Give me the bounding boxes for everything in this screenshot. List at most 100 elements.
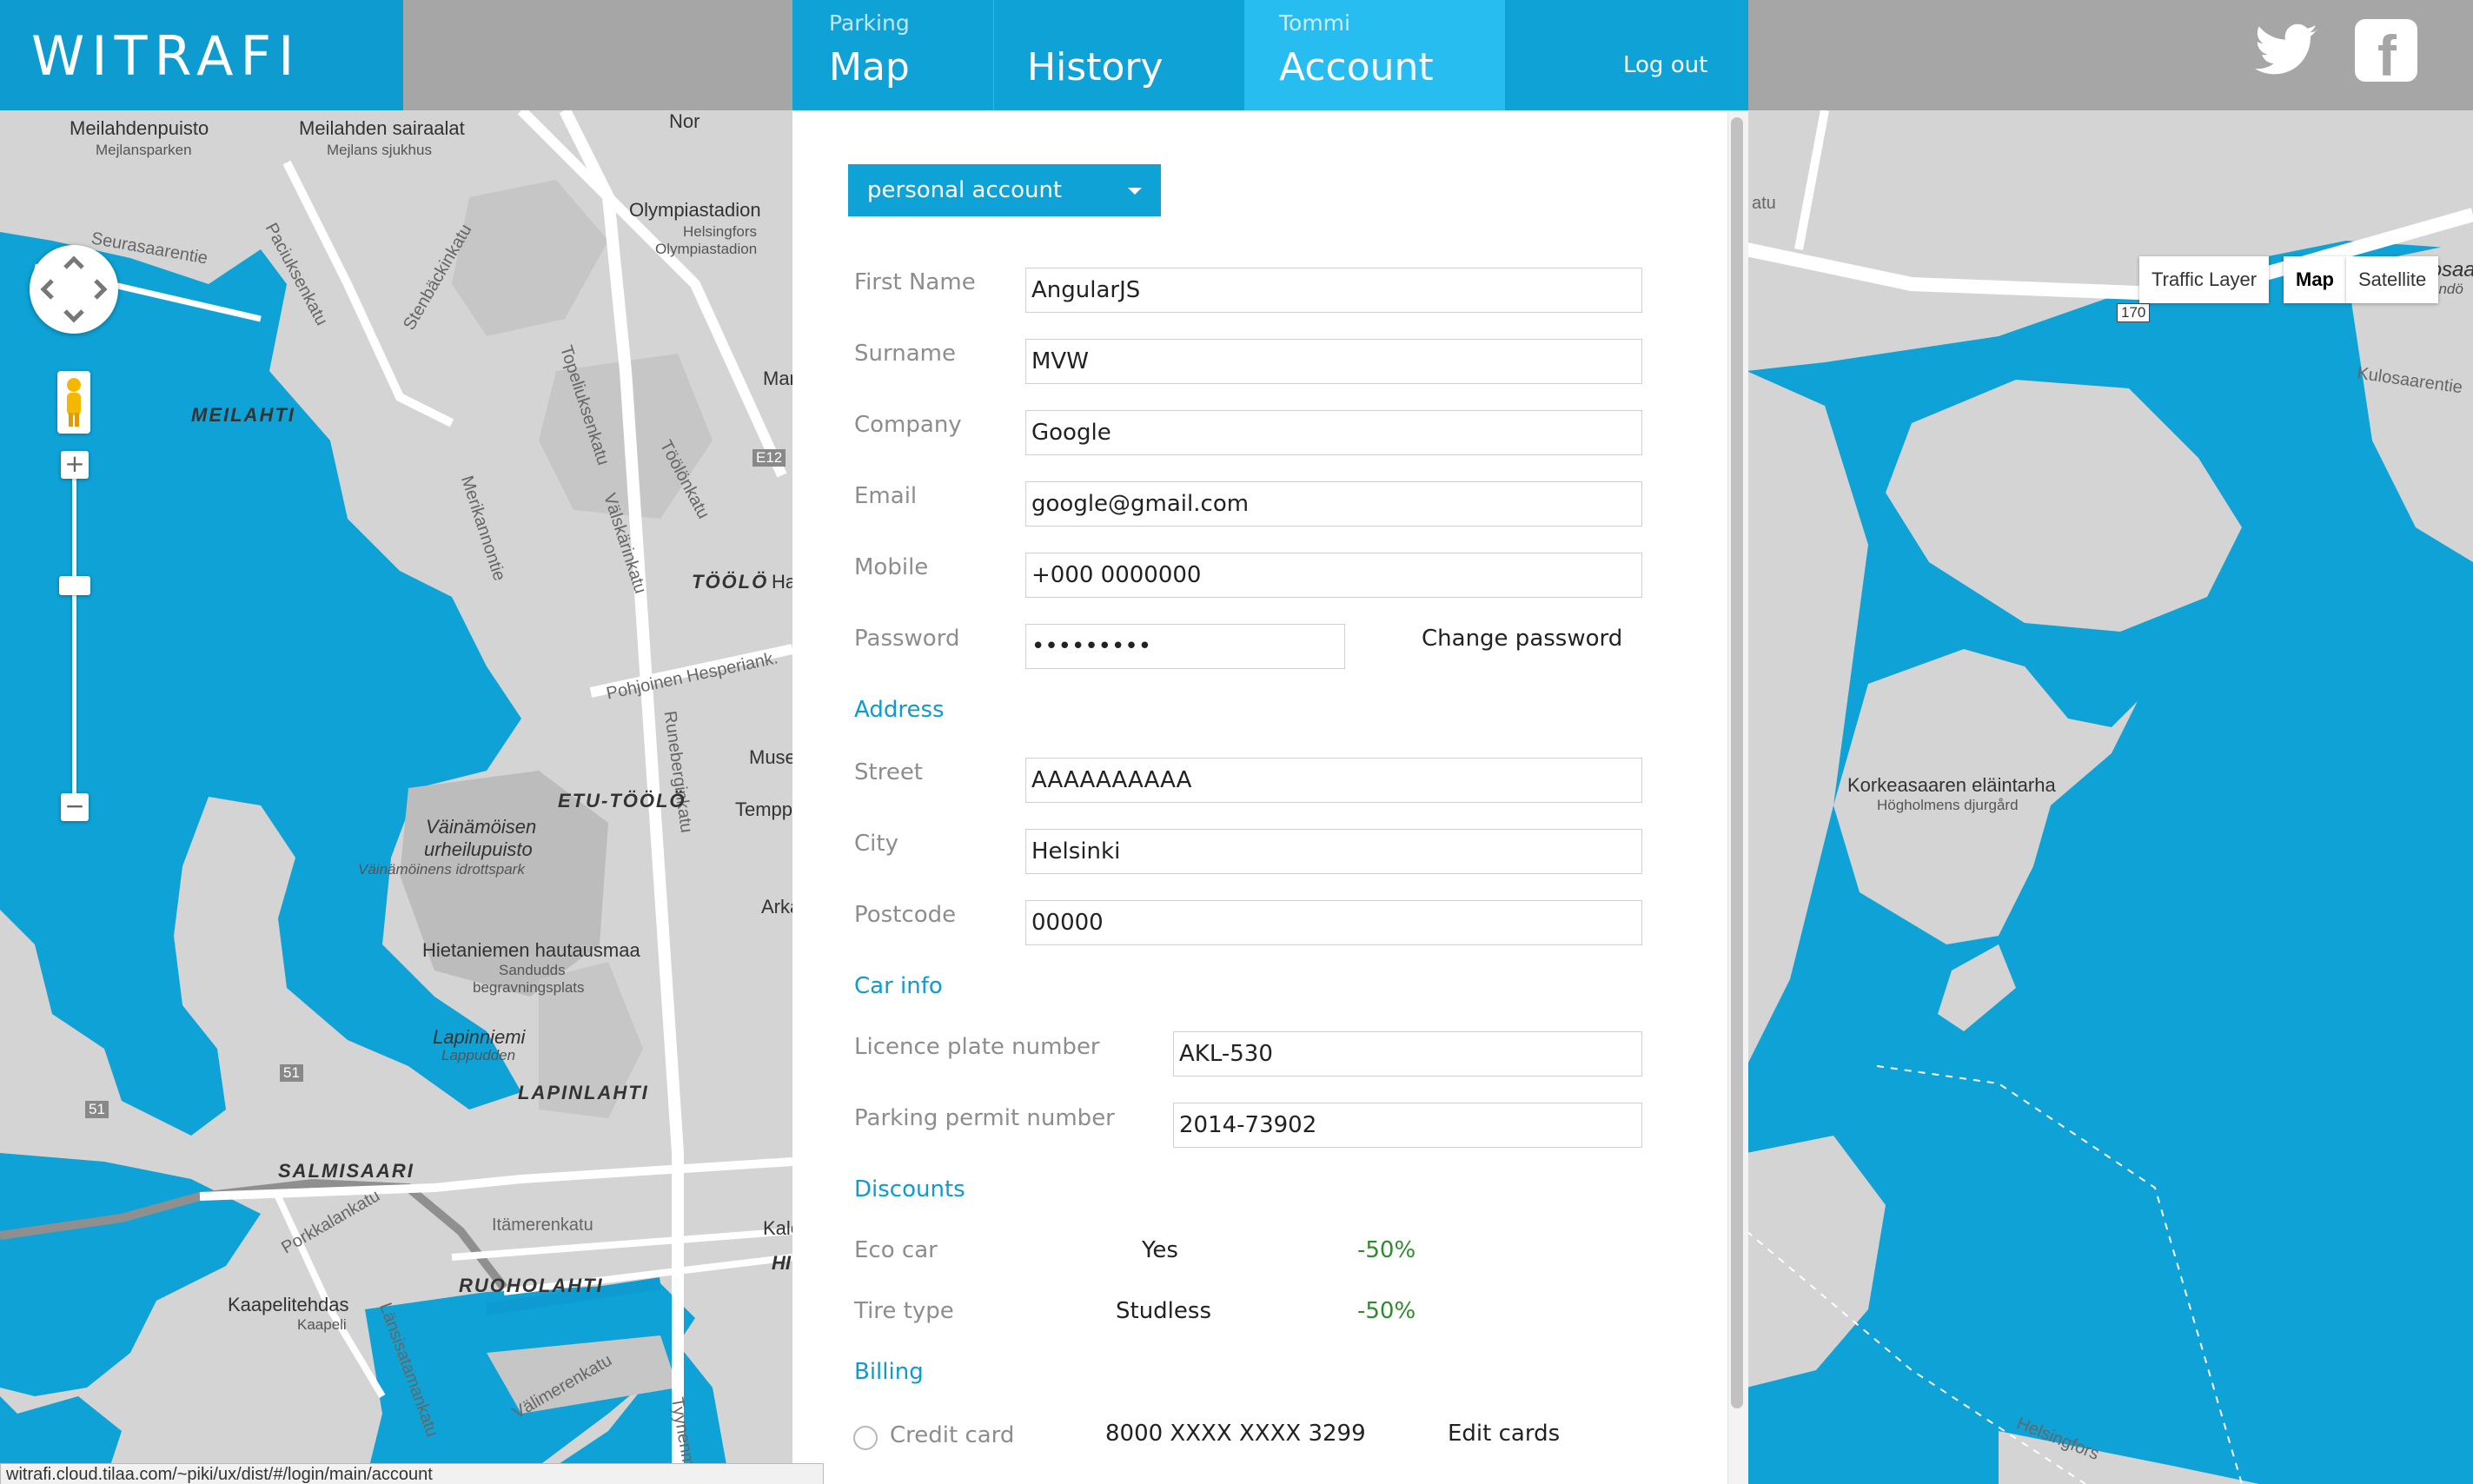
map-label: Lappudden (441, 1047, 516, 1063)
discount-label: Eco car (854, 1237, 938, 1263)
map-label: Nor (669, 110, 700, 132)
map-type-satellite-button[interactable]: Satellite (2346, 256, 2439, 303)
map-label: Kaapelitehdas (228, 1294, 349, 1315)
email-input[interactable]: google@gmail.com (1025, 481, 1642, 527)
billing-heading: Billing (854, 1359, 924, 1385)
route-51-badge: 51 (280, 1064, 303, 1082)
first-name-label: First Name (854, 269, 976, 295)
zoom-in-button[interactable]: + (61, 451, 89, 479)
map-label: Itämerenkatu (492, 1216, 593, 1235)
zoom-out-button[interactable]: − (61, 793, 89, 821)
map-label: TÖÖLÖ (692, 571, 769, 593)
licence-plate-input[interactable]: AKL-530 (1173, 1031, 1642, 1077)
e12-badge: E12 (753, 449, 786, 467)
tab-map-sup: Parking (829, 10, 910, 36)
change-password-link[interactable]: Change password (1422, 626, 1622, 652)
map-label: Väinämöinens idrottspark (358, 861, 525, 878)
discount-value: Yes (1142, 1237, 1178, 1263)
tab-account[interactable]: Tommi Account (1244, 0, 1505, 110)
account-panel: personal account First Name AngularJS Su… (792, 110, 1748, 1484)
street-input[interactable]: AAAAAAAAAA (1025, 758, 1642, 803)
map-label: Meilahdenpuisto (70, 117, 209, 139)
map-label: Kaapeli (297, 1316, 347, 1333)
map-label: Högholmens djurgård (1877, 797, 2019, 813)
password-input[interactable]: ••••••••• (1025, 624, 1345, 669)
map-label: begravningsplats (473, 979, 585, 996)
map-label: Olympiastadion (655, 241, 758, 257)
logo-area[interactable]: WITRAFI (0, 0, 403, 110)
map-label: Meilahden sairaalat (299, 117, 465, 139)
credit-card-radio[interactable] (853, 1426, 878, 1450)
zoom-slider-handle[interactable] (59, 576, 90, 595)
account-type-value: personal account (867, 177, 1063, 203)
map-label: MEILAHTI (191, 404, 295, 426)
surname-label: Surname (854, 341, 956, 367)
company-label: Company (854, 412, 962, 438)
panel-scrollbar-thumb[interactable] (1731, 117, 1743, 1408)
status-bar-url: witrafi.cloud.tilaa.com/~piki/ux/dist/#/… (0, 1463, 824, 1484)
discounts-heading: Discounts (854, 1176, 965, 1202)
witrafi-logo[interactable]: WITRAFI (31, 24, 301, 88)
map-label: Tempp (735, 798, 793, 820)
credit-card-label: Credit card (890, 1422, 1015, 1448)
map-label: Mejlans sjukhus (327, 142, 432, 158)
city-label: City (854, 831, 898, 857)
map-label: LAPINLAHTI (518, 1082, 649, 1103)
street-view-pegman-icon[interactable] (57, 371, 90, 434)
pan-arrows-icon[interactable] (30, 245, 118, 334)
map-label: RUOHOLAHTI (459, 1275, 604, 1296)
map-label: Sandudds (499, 962, 566, 978)
tab-map[interactable]: Parking Map (792, 0, 994, 110)
map-label: Hietaniemen hautausmaa (422, 939, 640, 961)
map-label: Helsingfors (683, 223, 758, 240)
tab-history[interactable]: History (994, 0, 1272, 110)
pan-control[interactable] (30, 245, 118, 334)
map-label: SALMISAARI (278, 1160, 414, 1182)
route-51-badge: 51 (85, 1101, 109, 1118)
postcode-label: Postcode (854, 902, 957, 928)
licence-plate-label: Licence plate number (854, 1034, 1100, 1060)
top-bar: WITRAFI Parking Map History Tommi Accoun… (0, 0, 2473, 110)
city-input[interactable]: Helsinki (1025, 829, 1642, 874)
discount-percent: -50% (1357, 1298, 1416, 1324)
tab-account-user: Tommi (1279, 10, 1350, 36)
mobile-label: Mobile (854, 554, 929, 580)
parking-permit-input[interactable]: 2014-73902 (1173, 1103, 1642, 1148)
tab-map-label: Map (829, 45, 910, 89)
discount-percent: -50% (1357, 1237, 1416, 1263)
map-label: Korkeasaaren eläintarha (1847, 774, 2056, 796)
map-label: Olympiastadion (629, 199, 761, 221)
account-type-select[interactable]: personal account (848, 164, 1161, 216)
email-label: Email (854, 483, 918, 509)
card-number: 8000 XXXX XXXX 3299 (1105, 1421, 1366, 1447)
mobile-input[interactable]: +000 0000000 (1025, 553, 1642, 598)
traffic-layer-button[interactable]: Traffic Layer (2139, 256, 2270, 303)
main-nav: Parking Map History Tommi Account Log ou… (792, 0, 1748, 110)
first-name-input[interactable]: AngularJS (1025, 268, 1642, 313)
map-label: Mejlansparken (96, 142, 192, 158)
map-label: Muse (749, 746, 796, 768)
map-label: urheilupuisto (424, 838, 533, 860)
surname-input[interactable]: MVW (1025, 339, 1642, 384)
logout-link[interactable]: Log out (1623, 52, 1707, 78)
street-label: Street (854, 759, 924, 785)
facebook-icon[interactable]: f (2355, 19, 2417, 88)
zoom-slider-track[interactable] (72, 467, 76, 805)
map-label: Lapinniemi (433, 1026, 526, 1048)
map-label: ETU-TÖÖLÖ (558, 790, 686, 812)
map-label: Väinämöisen (426, 816, 537, 838)
map-label: HI (772, 1252, 791, 1274)
tab-account-label: Account (1279, 45, 1434, 89)
map-label: atu (1752, 194, 1776, 213)
caret-down-icon (1128, 188, 1142, 195)
edit-cards-link[interactable]: Edit cards (1448, 1421, 1560, 1447)
discount-label: Tire type (854, 1298, 954, 1324)
twitter-icon[interactable] (2252, 17, 2320, 85)
postcode-input[interactable]: 00000 (1025, 900, 1642, 945)
map-type-map-button[interactable]: Map (2284, 256, 2346, 303)
company-input[interactable]: Google (1025, 410, 1642, 455)
tab-history-label: History (1027, 45, 1164, 89)
parking-permit-label: Parking permit number (854, 1105, 1115, 1131)
password-label: Password (854, 626, 960, 652)
address-heading: Address (854, 697, 945, 723)
